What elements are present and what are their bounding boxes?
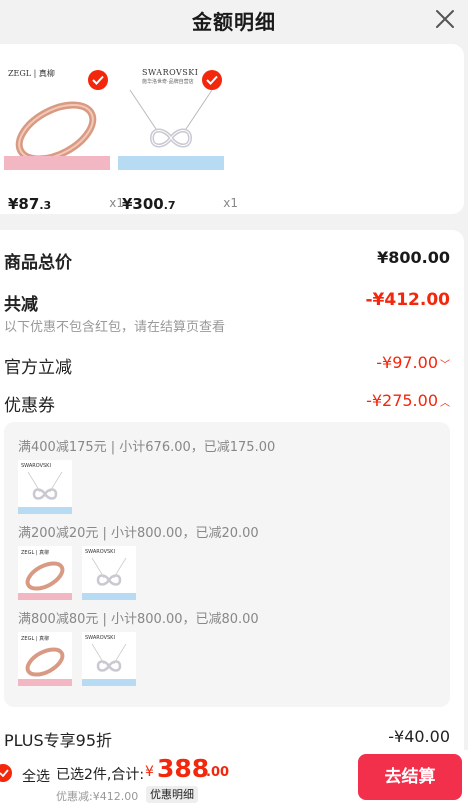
selected-check-icon[interactable] xyxy=(202,70,222,90)
goods-total-row: 商品总价 ¥800.00 xyxy=(4,248,450,273)
coupon-row[interactable]: 优惠券 -¥275.00 ︿ xyxy=(4,391,450,416)
promo-band xyxy=(118,156,224,170)
discount-detail-button[interactable]: 优惠明细 xyxy=(146,786,198,803)
select-all-label[interactable]: 全选 xyxy=(22,766,50,786)
official-discount-value: -¥97.00 ﹀ xyxy=(376,353,450,372)
coupon-product-thumb: SWAROVSKI xyxy=(82,632,136,686)
goods-total-label: 商品总价 xyxy=(4,253,72,273)
product-price: ¥87.3 xyxy=(8,195,52,213)
product-image: ZEGL | 真柳 xyxy=(4,60,110,170)
select-all-check-icon[interactable] xyxy=(0,764,12,782)
coupon-product-thumb: SWAROVSKI xyxy=(18,460,72,514)
brand-label: SWAROVSKI xyxy=(142,68,199,77)
total-decimals: .00 xyxy=(206,765,230,780)
header: 金额明细 xyxy=(0,0,468,42)
plus-discount-label: PLUS专享95折 xyxy=(4,731,112,750)
coupon-item-text: 满800减80元 | 小计800.00，已减80.00 xyxy=(18,612,259,627)
product-price: ¥300.7 xyxy=(122,195,176,213)
chevron-down-icon: ﹀ xyxy=(440,360,450,371)
coupon-value: -¥275.00 ︿ xyxy=(366,391,450,410)
necklace-image xyxy=(129,89,213,148)
product-price-row: ¥300.7 x1 xyxy=(122,194,238,214)
plus-discount-row: PLUS专享95折 -¥40.00 xyxy=(4,727,450,751)
official-discount-row[interactable]: 官方立减 -¥97.00 ﹀ xyxy=(4,353,450,378)
selected-count: 已选2件,合计: xyxy=(56,767,145,783)
coupon-product-thumb: ZEGL | 真柳 xyxy=(18,546,72,600)
coupon-label: 优惠券 xyxy=(4,396,55,416)
promo-band xyxy=(4,156,110,170)
plus-discount-value: -¥40.00 xyxy=(388,727,450,746)
coupon-details: 满400减175元 | 小计676.00，已减175.00 SWAROVSKI … xyxy=(4,422,450,707)
total-amount: 388 xyxy=(157,754,210,783)
product-image: SWAROVSKI 施华洛世奇·品牌自营店 xyxy=(118,60,224,170)
total-reduce-label: 共减 xyxy=(4,295,38,315)
discount-summary: 优惠减:¥412.00 xyxy=(56,790,139,803)
total-reduce-row: 共减 -¥412.00 xyxy=(4,290,450,315)
brand-label: ZEGL | 真柳 xyxy=(8,69,55,78)
goods-total-value: ¥800.00 xyxy=(377,248,450,267)
coupon-product-thumb: ZEGL | 真柳 xyxy=(18,632,72,686)
product-item[interactable]: ZEGL | 真柳 ¥87.3 x1 xyxy=(4,60,124,213)
selected-check-icon[interactable] xyxy=(88,70,108,90)
official-discount-label: 官方立减 xyxy=(4,358,72,378)
product-list: ZEGL | 真柳 ¥87.3 x1 SWAROVSKI 施华洛世奇·品牌自营店 xyxy=(0,44,464,214)
checkout-bar: 全选 已选2件,合计: ¥ 388 .00 优惠减:¥412.00 优惠明细 去… xyxy=(0,750,468,808)
page-title: 金额明细 xyxy=(192,10,276,34)
coupon-item-text: 满200减20元 | 小计800.00，已减20.00 xyxy=(18,526,259,541)
total-currency: ¥ xyxy=(145,764,154,780)
chevron-up-icon: ︿ xyxy=(440,398,450,409)
price-breakdown: 商品总价 ¥800.00 共减 -¥412.00 以下优惠不包含红包，请在结算页… xyxy=(0,230,464,770)
close-icon[interactable] xyxy=(434,8,456,30)
reduce-note: 以下优惠不包含红包，请在结算页查看 xyxy=(4,320,226,335)
brand-sub-label: 施华洛世奇·品牌自营店 xyxy=(142,79,194,85)
product-qty: x1 xyxy=(223,196,238,210)
total-reduce-value: -¥412.00 xyxy=(365,290,451,310)
product-price-row: ¥87.3 x1 xyxy=(8,194,124,214)
checkout-button[interactable]: 去结算 xyxy=(358,754,462,800)
coupon-item-text: 满400减175元 | 小计676.00，已减175.00 xyxy=(18,440,276,455)
product-item[interactable]: SWAROVSKI 施华洛世奇·品牌自营店 ¥300.7 x1 xyxy=(118,60,238,213)
coupon-product-thumb: SWAROVSKI xyxy=(82,546,136,600)
